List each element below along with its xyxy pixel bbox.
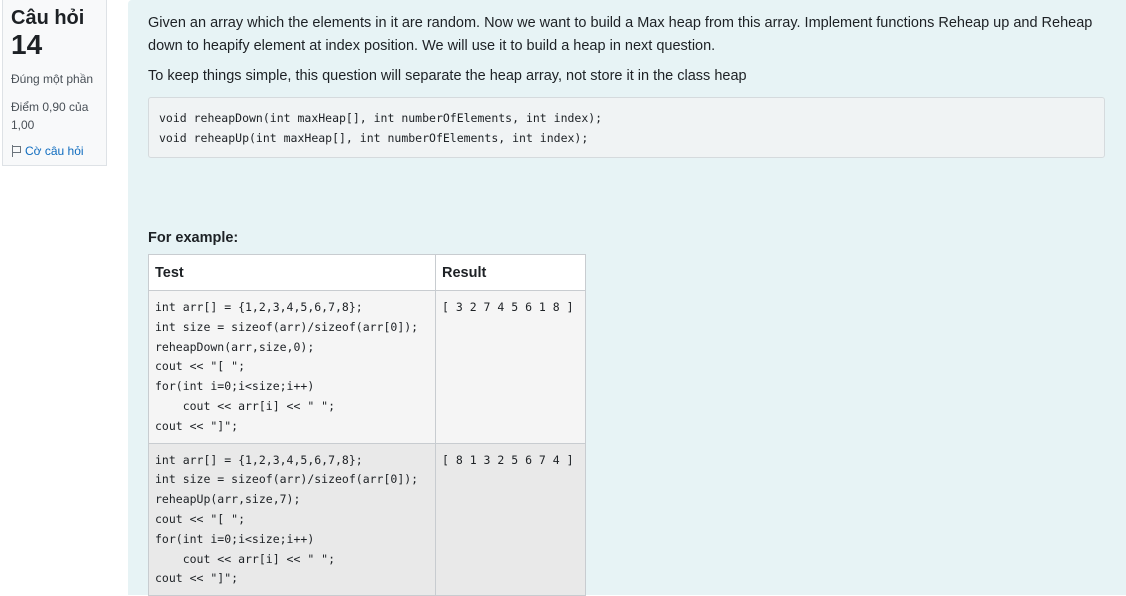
question-number: 14 xyxy=(11,29,43,60)
example-heading: For example: xyxy=(148,230,239,246)
result-cell: [ 8 1 3 2 5 6 7 4 ] xyxy=(435,442,586,596)
test-code-cell: int arr[] = {1,2,3,4,5,6,7,8}; int size … xyxy=(148,442,436,596)
column-header-test: Test xyxy=(148,254,436,291)
table-row: int arr[] = {1,2,3,4,5,6,7,8}; int size … xyxy=(148,442,586,596)
result-cell: [ 3 2 7 4 5 6 1 8 ] xyxy=(435,290,586,444)
table-header-row: Test Result xyxy=(148,254,586,291)
question-paragraph-2: To keep things simple, this question wil… xyxy=(148,68,747,84)
function-signatures-code: void reheapDown(int maxHeap[], int numbe… xyxy=(148,97,1105,158)
example-table: Test Result int arr[] = {1,2,3,4,5,6,7,8… xyxy=(148,254,586,596)
question-content: Given an array which the elements in it … xyxy=(128,0,1126,596)
question-info-panel: Câu hỏi 14 Đúng một phần Điểm 0,90 của 1… xyxy=(2,0,107,166)
flag-question-label: Cờ câu hỏi xyxy=(25,144,84,158)
flag-icon xyxy=(11,145,21,157)
question-label: Câu hỏi xyxy=(11,7,85,29)
flag-question-link[interactable]: Cờ câu hỏi xyxy=(11,144,98,158)
question-state: Đúng một phần xyxy=(11,72,94,86)
question-text: Given an array which the elements in it … xyxy=(148,12,1106,88)
question-grade: Điểm 0,90 của 1,00 xyxy=(11,100,89,132)
table-row: int arr[] = {1,2,3,4,5,6,7,8}; int size … xyxy=(148,290,586,444)
question-paragraph-1: Given an array which the elements in it … xyxy=(148,15,1093,54)
column-header-result: Result xyxy=(435,254,586,291)
test-code-cell: int arr[] = {1,2,3,4,5,6,7,8}; int size … xyxy=(148,290,436,444)
